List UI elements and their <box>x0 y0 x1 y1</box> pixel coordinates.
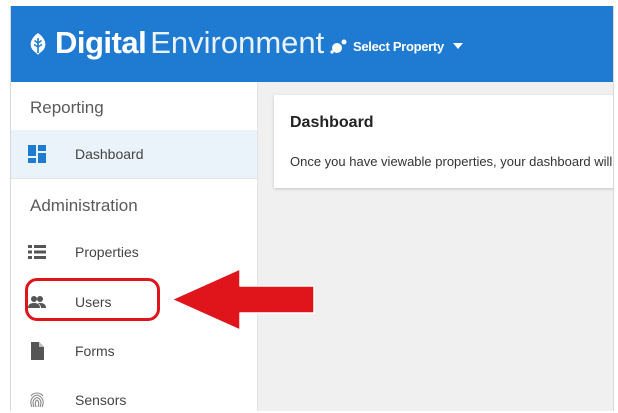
select-property-label: Select Property <box>353 38 444 54</box>
brand-light-text: Environment <box>150 25 325 60</box>
section-title-reporting: Reporting <box>30 98 104 117</box>
fingerprint-icon <box>30 392 44 408</box>
users-icon <box>28 296 46 308</box>
dashboard-card: Dashboard Once you have viewable propert… <box>274 95 613 188</box>
sidebar-item-dashboard[interactable]: Dashboard <box>11 130 257 178</box>
sidebar-item-label: Forms <box>75 343 115 359</box>
app-window: Digital Environment Select Property Repor… <box>10 6 614 411</box>
card-title: Dashboard <box>290 114 374 131</box>
main-content: Dashboard Once you have viewable propert… <box>258 82 613 411</box>
sidebar-item-label: Properties <box>75 244 139 260</box>
sidebar-item-label: Dashboard <box>75 146 144 162</box>
sidebar-item-sensors[interactable]: Sensors <box>11 376 257 411</box>
leaf-logo-icon <box>30 33 46 55</box>
top-bar: Digital Environment Select Property <box>11 6 613 82</box>
caret-down-icon <box>452 43 463 49</box>
sidebar-item-forms[interactable]: Forms <box>11 327 257 375</box>
card-message: Once you have viewable properties, your … <box>290 154 613 169</box>
select-property-dropdown[interactable]: Select Property <box>329 36 464 56</box>
sidebar: Reporting Dashboard Administration Prope… <box>11 82 258 411</box>
sidebar-item-properties[interactable]: Properties <box>11 228 257 276</box>
dashboard-icon <box>28 145 46 163</box>
sidebar-item-label: Users <box>75 294 112 310</box>
sidebar-item-users[interactable]: Users <box>11 278 257 326</box>
list-icon <box>28 245 46 259</box>
brand-name: Digital Environment <box>55 25 324 61</box>
sidebar-divider <box>11 178 257 179</box>
brand-bold-text: Digital <box>55 25 147 60</box>
sidebar-item-label: Sensors <box>75 392 127 408</box>
document-icon <box>31 342 44 360</box>
section-title-administration: Administration <box>30 196 138 215</box>
property-dots-icon <box>330 39 347 54</box>
